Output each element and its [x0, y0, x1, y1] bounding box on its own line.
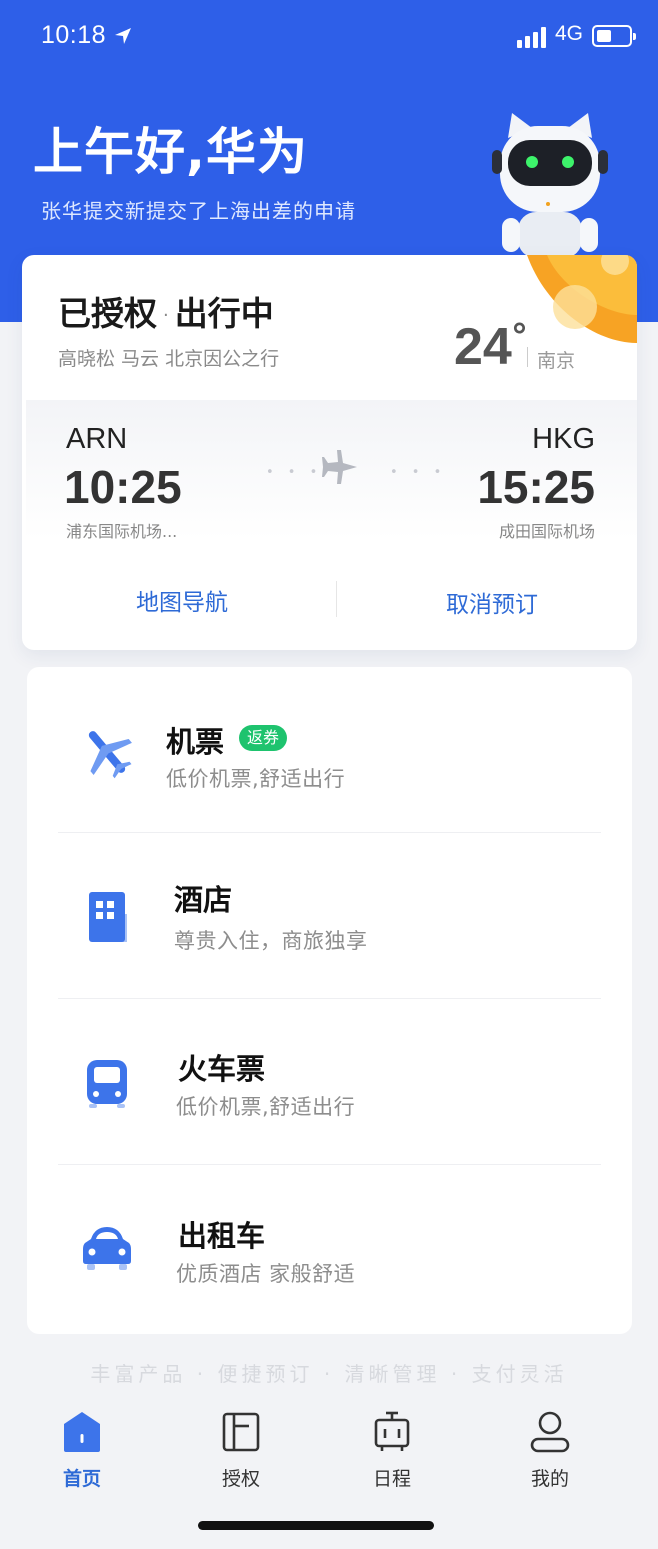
signal-icon: [517, 26, 549, 48]
service-desc: 优质酒店 家般舒适: [176, 1262, 356, 1286]
taxi-icon: [83, 1227, 131, 1270]
status-bar: 10:18 4G: [0, 0, 658, 72]
greeting-title: 上午好,华为: [33, 123, 308, 181]
arrival-airport: 成田国际机场: [498, 522, 595, 541]
departure-airport: 浦东国际机场...: [66, 522, 178, 541]
weather-sun-icon: [527, 255, 637, 343]
robot-mascot-icon: [492, 113, 608, 258]
trip-travelers: 高晓松 马云 北京因公之行: [58, 348, 280, 370]
slogan: 丰富产品 · 便捷预订 · 清晰管理 · 支付灵活: [90, 1362, 568, 1386]
services-list: 机票 返券 低价机票,舒适出行 酒店 尊贵入住，商旅独享 火车票 低价机票,舒适…: [27, 667, 632, 1334]
home-icon: [64, 1412, 100, 1452]
rebate-badge: 返券: [239, 725, 288, 751]
schedule-icon: [374, 1411, 410, 1451]
tab-profile[interactable]: 我的: [500, 1410, 600, 1490]
tab-label: 我的: [530, 1468, 569, 1490]
service-desc: 尊贵入住，商旅独享: [174, 929, 368, 953]
arrival-code: HKG: [532, 423, 595, 455]
service-train[interactable]: 火车票 低价机票,舒适出行: [27, 999, 632, 1165]
train-icon: [87, 1060, 127, 1108]
temperature-value: 24: [454, 318, 512, 376]
hotel-icon: [89, 892, 127, 942]
arrival-time: 15:25: [477, 461, 595, 513]
map-navigation-button[interactable]: 地图导航: [102, 583, 262, 617]
action-divider: [336, 581, 337, 617]
service-flight[interactable]: 机票 返券 低价机票,舒适出行: [27, 667, 632, 833]
route-plane-icon: [322, 450, 357, 484]
cancel-booking-button[interactable]: 取消预订: [412, 585, 572, 619]
departure-code: ARN: [66, 423, 128, 455]
weather-city: 南京: [537, 350, 576, 372]
status-time: 10:18: [41, 21, 107, 49]
temperature-degree: °: [511, 317, 528, 357]
network-type: 4G: [555, 22, 584, 45]
service-taxi[interactable]: 出租车 优质酒店 家般舒适: [27, 1165, 632, 1331]
greeting-subtitle[interactable]: 张华提交新提交了上海出差的申请: [41, 195, 356, 224]
service-title: 酒店: [174, 883, 233, 917]
trip-status-main: 已授权: [58, 294, 157, 333]
location-arrow-icon: [115, 28, 131, 44]
service-title: 机票: [166, 725, 225, 759]
home-indicator: [198, 1521, 434, 1530]
trip-status: 已授权 · 出行中: [58, 287, 274, 335]
profile-icon: [530, 1411, 570, 1453]
service-desc: 低价机票,舒适出行: [166, 767, 346, 791]
tab-schedule[interactable]: 日程: [342, 1410, 442, 1490]
tab-authorize[interactable]: 授权: [191, 1410, 291, 1490]
flight-info[interactable]: ARN 10:25 浦东国际机场... • • • • • • HKG 15:2…: [26, 400, 637, 541]
tab-label: 首页: [62, 1468, 101, 1490]
status-separator-dot: ·: [163, 305, 169, 326]
departure-time: 10:25: [64, 461, 182, 513]
trip-status-secondary: 出行中: [174, 294, 274, 333]
trip-card[interactable]: 已授权 · 出行中 高晓松 马云 北京因公之行 24 ° 南京 ARN 10:25 …: [22, 255, 637, 650]
service-title: 火车票: [178, 1052, 266, 1086]
battery-icon: [592, 25, 636, 47]
route-dots-left: • • •: [266, 465, 323, 480]
service-hotel[interactable]: 酒店 尊贵入住，商旅独享: [27, 833, 632, 999]
tab-home[interactable]: 首页: [32, 1410, 132, 1490]
tab-label: 日程: [372, 1468, 411, 1490]
service-title: 出租车: [178, 1219, 266, 1253]
weather-divider: [527, 347, 528, 367]
authorize-icon: [222, 1412, 260, 1452]
route-dots-right: • • •: [390, 465, 447, 480]
tab-label: 授权: [221, 1468, 260, 1490]
plane-icon: [88, 731, 132, 779]
service-desc: 低价机票,舒适出行: [176, 1095, 356, 1119]
